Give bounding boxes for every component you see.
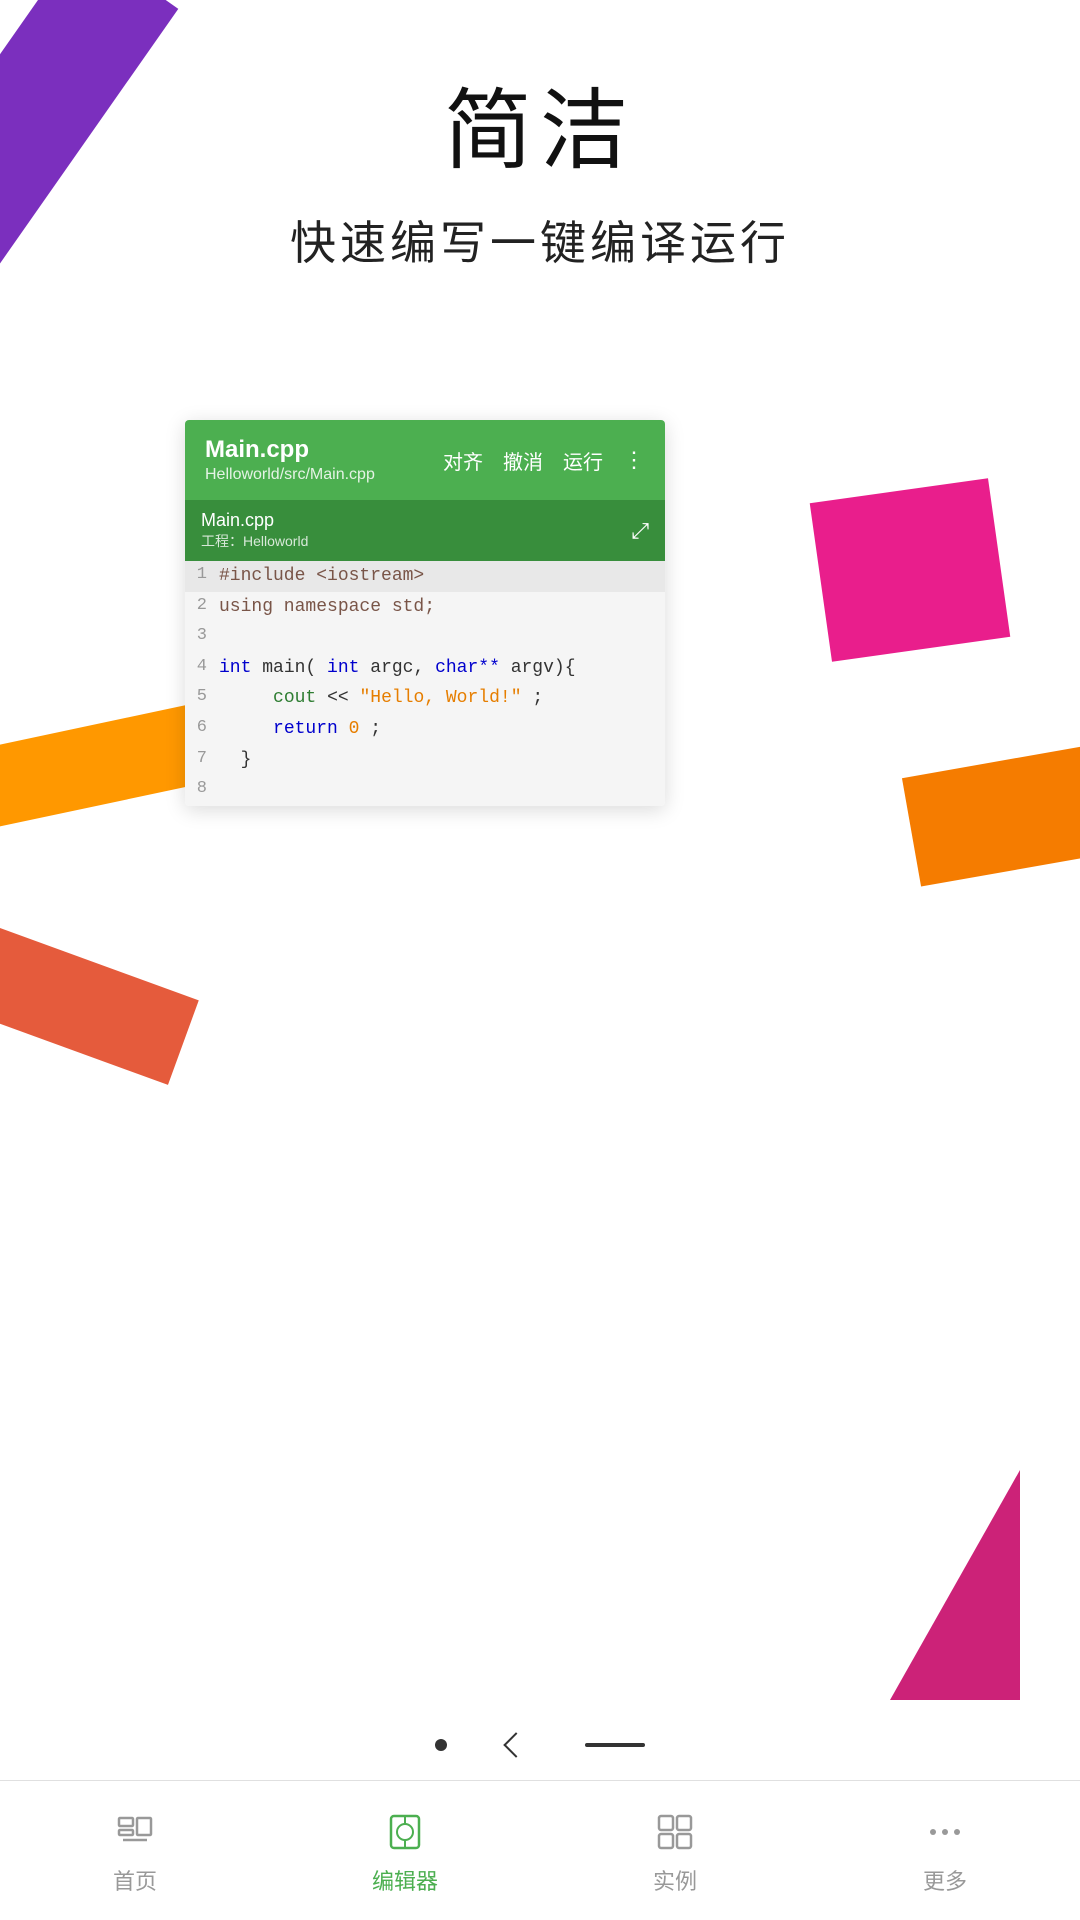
code-line-3: 3 [185, 622, 665, 653]
editor-tab-bar: Main.cpp 工程：Helloworld ⤢ [185, 500, 665, 561]
editor-nav-icon [379, 1806, 431, 1858]
editor-filename: Main.cpp [205, 436, 443, 464]
tab-project: 工程：Helloworld [201, 531, 308, 551]
bottom-nav: 首页 编辑器 实例 [0, 1780, 1080, 1920]
code-line-1: 1 #include <iostream> [185, 561, 665, 592]
tab-info: Main.cpp 工程：Helloworld [201, 510, 308, 551]
more-options-icon[interactable]: ⋮ [623, 447, 645, 473]
editor-filepath: Helloworld/src/Main.cpp [205, 466, 443, 484]
nav-item-more[interactable]: 更多 [810, 1806, 1080, 1896]
decoration-red-rect [0, 925, 199, 1085]
system-dot [435, 1739, 447, 1751]
editor-toolbar: Main.cpp Helloworld/src/Main.cpp 对齐 撤消 运… [185, 420, 665, 500]
nav-item-examples[interactable]: 实例 [540, 1806, 810, 1896]
nav-item-home[interactable]: 首页 [0, 1806, 270, 1896]
nav-label-home: 首页 [113, 1864, 157, 1896]
expand-icon[interactable]: ⤢ [631, 518, 649, 544]
editor-title-block: Main.cpp Helloworld/src/Main.cpp [205, 436, 443, 484]
more-icon [919, 1806, 971, 1858]
code-line-5: 5 cout << "Hello, World!" ; [185, 683, 665, 714]
home-icon [109, 1806, 161, 1858]
sub-title: 快速编写一键编译运行 [0, 207, 1080, 273]
toolbar-actions: 对齐 撤消 运行 ⋮ [443, 446, 645, 475]
code-line-7: 7 } [185, 745, 665, 776]
code-line-2: 2 using namespace std; [185, 592, 665, 623]
tab-filename: Main.cpp [201, 510, 308, 531]
decoration-pink-rect [810, 478, 1011, 661]
system-home[interactable] [585, 1743, 645, 1747]
undo-button[interactable]: 撤消 [503, 446, 543, 475]
decoration-magenta-triangle [890, 1470, 1020, 1700]
code-line-6: 6 return 0 ; [185, 714, 665, 745]
nav-item-editor[interactable]: 编辑器 [270, 1806, 540, 1896]
align-button[interactable]: 对齐 [443, 446, 483, 475]
nav-label-editor: 编辑器 [372, 1864, 438, 1896]
editor-card: Main.cpp Helloworld/src/Main.cpp 对齐 撤消 运… [185, 420, 665, 806]
main-title: 简洁 [0, 60, 1080, 187]
nav-label-more: 更多 [923, 1864, 967, 1896]
nav-label-examples: 实例 [653, 1864, 697, 1896]
decoration-orange-right [902, 743, 1080, 886]
system-back[interactable] [503, 1732, 528, 1757]
run-button[interactable]: 运行 [563, 446, 603, 475]
header: 简洁 快速编写一键编译运行 [0, 60, 1080, 273]
examples-icon [649, 1806, 701, 1858]
system-bar [0, 1720, 1080, 1770]
code-area[interactable]: 1 #include <iostream> 2 using namespace … [185, 561, 665, 806]
code-line-8: 8 [185, 775, 665, 806]
code-line-4: 4 int main( int argc, char** argv){ [185, 653, 665, 684]
